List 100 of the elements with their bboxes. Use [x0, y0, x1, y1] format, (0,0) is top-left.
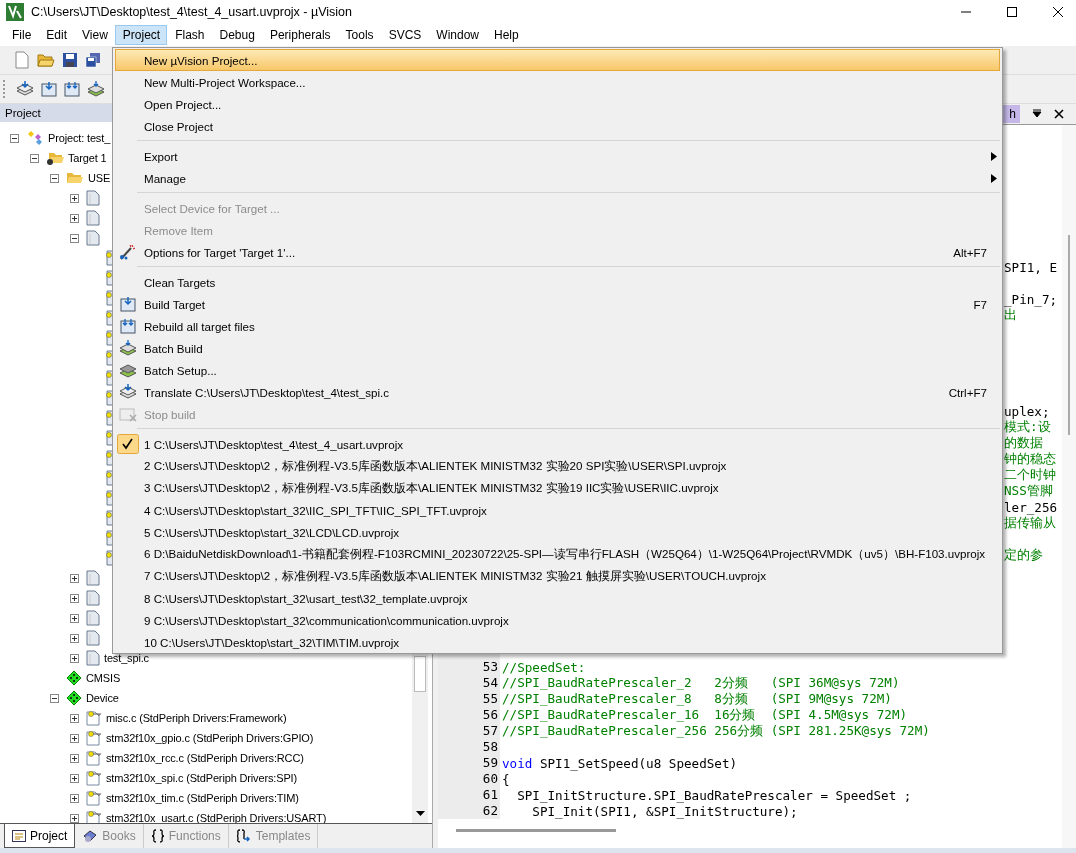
menu-item[interactable]: Translate C:\Users\JT\Desktop\test_4\test_spi.c Ctrl+F7 [115, 381, 1000, 403]
build-icon[interactable] [41, 81, 57, 97]
menu-item[interactable]: File [4, 25, 39, 45]
translate-icon[interactable] [16, 81, 34, 97]
code-line: //SPI_BaudRatePrescaler_256 256分频 (SPI 281.25K@sys 72M) [501, 722, 930, 740]
expander-icon[interactable] [70, 813, 79, 823]
braces-arrow-icon [235, 829, 252, 843]
close-icon[interactable] [1054, 109, 1064, 119]
expander-icon[interactable] [70, 233, 79, 243]
menu-item[interactable]: Peripherals [261, 25, 338, 45]
menu-item[interactable]: New Multi-Project Workspace... [115, 71, 1000, 93]
menu-item[interactable]: Rebuild all target files [115, 315, 1000, 337]
panel-tab[interactable]: Project [4, 824, 76, 848]
menu-item[interactable]: Manage [115, 167, 1000, 189]
scroll-down-icon[interactable] [416, 811, 425, 817]
recent-project-item[interactable]: 3 C:\Users\JT\Desktop\2，标准例程-V3.5库函数版本\ALIENTEK MINISTM32 实验19 IIC实验\USER\IIC.uvprojx [115, 477, 1000, 499]
expander-icon[interactable] [70, 793, 79, 803]
translate-icon [119, 384, 137, 400]
expander-icon[interactable] [70, 773, 79, 783]
expander-icon[interactable] [70, 753, 79, 763]
tree-item[interactable]: CMSIS [86, 672, 121, 684]
tree-item[interactable]: stm32f10x_gpio.c (StdPeriph Drivers:GPIO) [106, 732, 314, 744]
menu-item[interactable]: Window [428, 25, 486, 45]
rebuild-icon[interactable] [64, 81, 80, 97]
line-number: 60 [482, 771, 498, 786]
code-line: SPI_Init(SPI1, &SPI_InitStructure); [531, 803, 798, 819]
recent-project-item[interactable]: 9 C:\Users\JT\Desktop\start_32\communication\communication.uvprojx [115, 609, 1000, 631]
expander-icon[interactable] [70, 653, 79, 663]
dropdown-icon[interactable] [1032, 109, 1042, 119]
expander-icon[interactable] [70, 593, 79, 603]
menu-item[interactable]: Help [486, 25, 526, 45]
batch-build-icon[interactable] [87, 81, 105, 97]
menu-item[interactable]: Flash [167, 25, 212, 45]
menu-item[interactable]: View [74, 25, 115, 45]
save-icon[interactable] [62, 52, 78, 68]
recent-project-item[interactable]: 1 C:\Users\JT\Desktop\test_4\test_4_usart.uvprojx [115, 433, 1000, 455]
menu-item[interactable]: SVCS [380, 25, 429, 45]
window-title: C:\Users\JT\Desktop\test_4\test_4_usart.uvprojx - µVision [31, 5, 352, 19]
expander-icon[interactable] [50, 173, 59, 183]
expander-icon[interactable] [10, 133, 19, 143]
tree-item[interactable]: stm32f10x_rcc.c (StdPeriph Drivers:RCC) [106, 752, 304, 764]
line-number: 62 [482, 803, 498, 818]
scrollbar[interactable] [1062, 125, 1076, 848]
menu-item[interactable]: Batch Build [115, 337, 1000, 359]
close-icon[interactable] [1052, 6, 1064, 18]
menu-item[interactable]: Build Target F7 [115, 293, 1000, 315]
horizontal-scrollbar[interactable] [456, 829, 616, 832]
save-all-icon[interactable] [85, 52, 101, 68]
recent-project-item[interactable]: 2 C:\Users\JT\Desktop\2，标准例程-V3.5库函数版本\ALIENTEK MINISTM32 实验20 SPI实验\USER\SPI.uvprojx [115, 455, 1000, 477]
line-number: 61 [482, 787, 498, 802]
recent-project-item[interactable]: 6 D:\BaiduNetdiskDownload\1-书籍配套例程-F103RCMINI_20230722\25-SPI—读写串行FLASH（W25Q64）\1-W25Q64\Project\RVMDK（uv5）\BH-F103.uvprojx [115, 543, 1000, 565]
expander-icon[interactable] [70, 193, 79, 203]
expander-icon[interactable] [70, 213, 79, 223]
tree-item[interactable]: test_spi.c [104, 652, 149, 664]
menu-item[interactable]: Project [114, 25, 168, 45]
menu-item[interactable]: New µVision Project... [115, 49, 1000, 71]
open-folder-icon[interactable] [37, 52, 55, 68]
recent-project-item[interactable]: 8 C:\Users\JT\Desktop\start_32\usart_test\32_template.uvprojx [115, 587, 1000, 609]
wand-icon [119, 244, 137, 260]
menu-item[interactable]: Options for Target 'Target 1'... Alt+F7 [115, 241, 1000, 263]
recent-project-item[interactable]: 7 C:\Users\JT\Desktop\2，标准例程-V3.5库函数版本\ALIENTEK MINISTM32 实验21 触摸屏实验\USER\TOUCH.uvprojx [115, 565, 1000, 587]
menu-item[interactable]: Edit [38, 25, 75, 45]
file-icon [86, 210, 100, 226]
expander-icon[interactable] [70, 633, 79, 643]
tree-item[interactable]: Device [86, 692, 119, 704]
editor-tab[interactable]: h [1003, 105, 1020, 123]
line-number: 53 [482, 659, 498, 674]
file-icon [86, 650, 100, 666]
expander-icon[interactable] [70, 713, 79, 723]
tree-item[interactable]: stm32f10x_tim.c (StdPeriph Drivers:TIM) [106, 792, 299, 804]
line-number: 57 [482, 723, 498, 738]
expander-icon[interactable] [30, 153, 39, 163]
tree-item[interactable]: Project: test_ [48, 132, 111, 144]
key-file-icon [86, 710, 102, 726]
recent-project-item[interactable]: 4 C:\Users\JT\Desktop\start_32\IIC_SPI_TFT\IIC_SPI_TFT.uvprojx [115, 499, 1000, 521]
maximize-icon[interactable] [1006, 6, 1018, 18]
menu-item[interactable]: Debug [211, 25, 262, 45]
menu-item[interactable]: Tools [337, 25, 381, 45]
tree-item[interactable]: stm32f10x_spi.c (StdPeriph Drivers:SPI) [106, 772, 297, 784]
line-number: 59 [482, 755, 498, 770]
build-icon [120, 296, 136, 312]
expander-icon[interactable] [50, 693, 59, 703]
menu-item[interactable]: Clean Targets [115, 271, 1000, 293]
batch-setup-icon [119, 362, 137, 378]
tree-item[interactable]: USE [88, 172, 111, 184]
tree-item[interactable]: misc.c (StdPeriph Drivers:Framework) [106, 712, 287, 724]
scroll-thumb[interactable] [414, 656, 426, 692]
menu-item[interactable]: Batch Setup... [115, 359, 1000, 381]
file-icon [86, 190, 100, 206]
recent-project-item[interactable]: 5 C:\Users\JT\Desktop\start_32\LCD\LCD.uvprojx [115, 521, 1000, 543]
batch-build-icon [119, 340, 137, 356]
package-icon [66, 690, 82, 706]
menu-item[interactable]: Export [115, 145, 1000, 167]
expander-icon[interactable] [70, 613, 79, 623]
package-icon [66, 670, 82, 686]
code-fragment: 定的参 [1004, 546, 1044, 564]
expander-icon[interactable] [70, 733, 79, 743]
recent-project-item[interactable]: 10 C:\Users\JT\Desktop\start_32\TIM\TIM.uvprojx [115, 631, 1000, 653]
tree-item[interactable]: Target 1 [68, 152, 107, 164]
expander-icon[interactable] [70, 573, 79, 583]
